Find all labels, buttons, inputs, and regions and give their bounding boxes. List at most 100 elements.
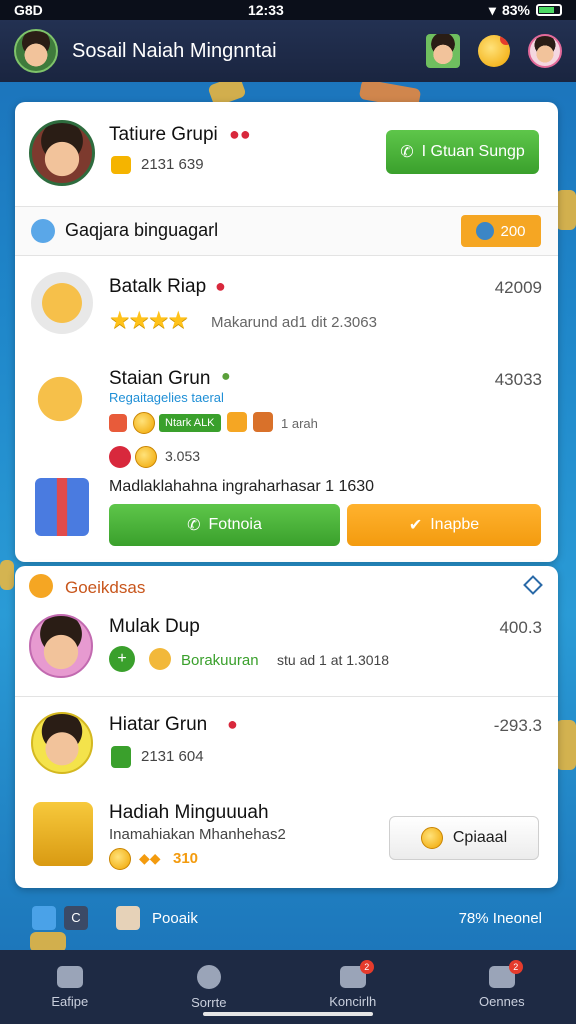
- battery-icon: [535, 4, 562, 16]
- secondary-action-button[interactable]: ✔ Inapbe: [347, 504, 541, 546]
- badge-icon: [109, 446, 131, 468]
- decor-shape: [0, 560, 14, 590]
- apple-icon: ●: [215, 276, 226, 296]
- nav-badge: 2: [359, 959, 374, 974]
- clock: 12:33: [247, 2, 284, 18]
- diamond-icon[interactable]: [523, 575, 543, 595]
- sun-avatar: [29, 368, 91, 430]
- item-extra: 1 arah: [281, 416, 318, 431]
- join-group-label: I Gtuan Sungp: [421, 143, 525, 160]
- ticket-icon: [111, 156, 131, 174]
- bell-icon: 2: [488, 959, 523, 988]
- nav-item-messages[interactable]: 2 Koncirlh: [329, 959, 376, 1009]
- primary-action-button[interactable]: ✆ Fotnoia: [109, 504, 340, 546]
- box-icon: [227, 412, 247, 432]
- section-title: Goeikdsas: [65, 578, 146, 597]
- member-avatar: [29, 614, 93, 678]
- apple-icon: ●: [227, 714, 238, 734]
- item-name: Madlaklahahnа ingraharhasar 1 1630: [109, 478, 375, 495]
- home-icon: [56, 965, 83, 988]
- globe-icon: [476, 222, 495, 240]
- item-name: Hiatar Grun: [109, 714, 208, 735]
- chest-icon: [253, 412, 273, 432]
- carrier-label: G8D: [14, 2, 43, 18]
- house-icon: 2: [339, 959, 374, 988]
- diamond-row-icon: ◆◆: [139, 850, 161, 866]
- item-detail: Makarund ad1 dit 2.3063: [211, 314, 377, 331]
- nav-item-home[interactable]: Eafipe: [51, 965, 89, 1009]
- nav-item-games[interactable]: 2 Oennes: [479, 959, 525, 1009]
- item-name: Batalk Riap: [109, 276, 207, 297]
- profile-avatar[interactable]: [14, 29, 58, 73]
- secondary-action-label: Inapbe: [430, 516, 480, 533]
- section-header: Goeikdsas: [15, 566, 558, 606]
- app-header: Sosail Naiah Mingnntai: [0, 20, 576, 82]
- group-avatar[interactable]: [29, 120, 95, 186]
- coin-small-icon: [135, 446, 157, 468]
- c-icon[interactable]: C: [64, 906, 88, 930]
- profile-name: Tatiure Grupi: [109, 124, 218, 145]
- item-score: 400.3: [499, 618, 542, 637]
- heart-icon: ●●: [229, 124, 251, 144]
- coin-badge: [500, 35, 510, 45]
- nav-label: Oennes: [479, 993, 525, 1009]
- item-detail-green: Borakuuran: [181, 652, 259, 669]
- nav-label: Eafipe: [51, 993, 89, 1009]
- coin-icon: [420, 827, 443, 849]
- coin-icon[interactable]: [478, 35, 510, 67]
- collect-button[interactable]: Cpiaaal: [389, 816, 539, 860]
- status-icons: ▾ 83%: [489, 2, 562, 19]
- list-item[interactable]: Mulak Dup + Borakuuran stu ad 1 at 1.301…: [15, 606, 558, 694]
- profile-row: Tatiure Grupi ●● 2131 639 ✆ I Gtuan Sung…: [15, 102, 558, 206]
- status-bar: G8D 12:33 ▾ 83%: [0, 0, 576, 20]
- footer-left-label: Pooaik: [152, 910, 198, 927]
- user-avatar[interactable]: [528, 34, 562, 68]
- item-score: 43033: [494, 370, 542, 389]
- list-item[interactable]: Staian Grun ● Regaitagelies taeral Ntark…: [15, 360, 558, 470]
- gift-box-icon: [35, 478, 89, 536]
- list-item[interactable]: Madlaklahahnа ingraharhasar 1 1630 ✆ Fot…: [15, 474, 558, 554]
- divider: [15, 255, 558, 256]
- plus-circle-icon: +: [109, 646, 135, 672]
- join-group-button[interactable]: ✆ I Gtuan Sungp: [386, 130, 539, 174]
- dice-icon[interactable]: [116, 906, 140, 930]
- item-score: 42009: [494, 278, 542, 297]
- divider: [15, 696, 558, 697]
- item-subtitle: Regaitagelies taeral: [109, 390, 224, 405]
- item-name: Staian Grun: [109, 368, 211, 389]
- save-icon[interactable]: [32, 906, 56, 930]
- section-badge-value: 200: [500, 222, 526, 240]
- gift-small-icon: [109, 414, 127, 432]
- gold-gift-icon: [33, 802, 93, 866]
- target-icon: [196, 964, 221, 989]
- star-icon: [29, 574, 53, 598]
- section-title: Gaqjara binguagarl: [65, 220, 219, 240]
- primary-action-label: Fotnoia: [208, 516, 262, 533]
- mascot-icon: [149, 648, 171, 670]
- item-id: 2131 604: [141, 748, 204, 765]
- reward-title: Hadiah Minguuuah: [109, 802, 269, 823]
- list-item[interactable]: Batalk Riap ● ★★★★ Makarund ad1 dit 2.30…: [15, 262, 558, 342]
- home-indicator: [203, 1012, 373, 1016]
- nav-item-search[interactable]: Sorrte: [191, 964, 227, 1010]
- nav-label: Sorrte: [191, 994, 227, 1010]
- coin-small-icon: [133, 412, 155, 434]
- item-detail: stu ad 1 at 1.3018: [277, 652, 390, 668]
- profile-id: 2131 639: [141, 156, 204, 173]
- item-chip: Ntark ALK: [159, 414, 221, 432]
- friend-avatar[interactable]: [426, 34, 460, 68]
- plant-icon: [111, 746, 131, 768]
- footer-right-label: 78% Ineonel: [458, 910, 542, 927]
- bird-icon: [31, 219, 55, 243]
- phone-icon: ✆: [187, 517, 201, 534]
- weekly-reward-row[interactable]: Hadiah Minguuuah Inamahiakan Mhanhehas2 …: [15, 796, 558, 884]
- bottom-nav: Eafipe Sorrte 2 Koncirlh 2 Oennes: [0, 950, 576, 1024]
- item-counter: 3.053: [165, 448, 201, 464]
- battery-percent: 83%: [501, 2, 530, 18]
- bear-avatar: [31, 272, 93, 334]
- list-item[interactable]: Hiatar Grun ● 2131 604 -293.3: [15, 702, 558, 792]
- section-badge[interactable]: 200: [461, 215, 541, 247]
- coin-stack-icon: [109, 848, 131, 870]
- reward-subtitle: Inamahiakan Mhanhehas2: [109, 826, 286, 843]
- nav-badge: 2: [508, 959, 523, 974]
